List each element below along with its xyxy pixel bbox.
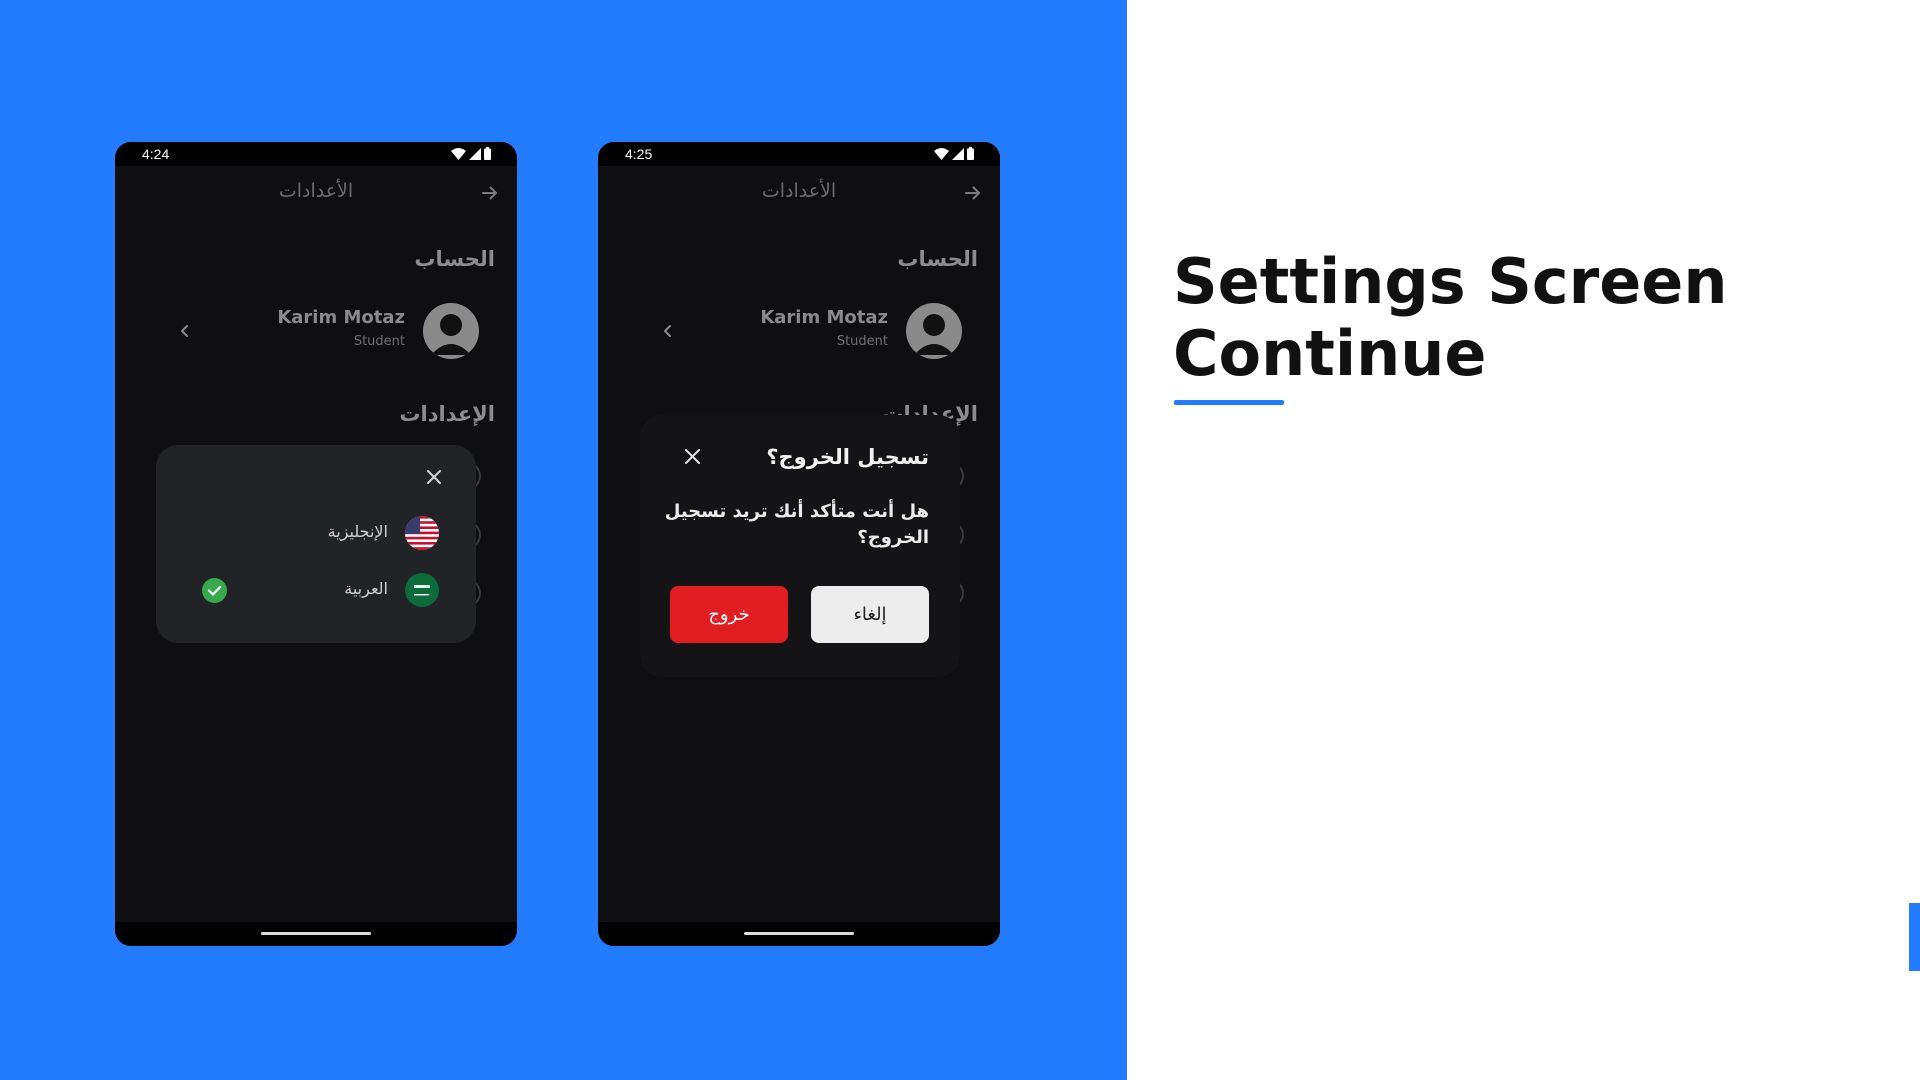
saudi-flag-icon [405,573,439,607]
navigation-bar [115,922,517,946]
user-name: Karim Motaz [760,307,888,328]
home-indicator[interactable] [744,932,854,935]
user-name: Karim Motaz [277,307,405,328]
language-label: الإنجليزية [327,522,388,541]
language-sheet: الإنجليزية العربية [156,445,476,643]
language-option-english[interactable]: الإنجليزية [156,513,476,553]
battery-icon [967,147,974,160]
us-flag-icon [405,516,439,550]
status-icons [451,147,491,160]
phone-language-screen: 4:24 الأعدادات الحساب Karim Motaz Studen… [115,142,517,946]
account-section-title: الحساب [414,247,495,271]
home-indicator[interactable] [261,932,371,935]
back-arrow-icon[interactable] [481,184,499,202]
wifi-icon [934,147,949,160]
chevron-left-icon[interactable] [663,324,673,338]
dialog-title: تسجيل الخروج؟ [766,445,929,469]
dialog-message: هل أنت متأكد أنك تريد تسجيل الخروج؟ [664,501,929,548]
close-icon[interactable] [684,448,701,465]
navigation-bar [598,922,1000,946]
settings-section-title: الإعدادات [399,402,495,426]
back-arrow-icon[interactable] [964,184,982,202]
language-label: العربية [344,579,388,598]
title-underline [1174,400,1284,405]
status-time: 4:25 [625,146,653,162]
battery-icon [484,147,491,160]
avatar[interactable] [906,303,962,359]
logout-dialog: تسجيل الخروج؟ هل أنت متأكد أنك تريد تسجي… [640,415,960,677]
user-role: Student [836,334,888,349]
avatar-icon [431,314,471,355]
slide-title-line-1: Settings Screen [1173,245,1728,318]
status-icons [934,147,974,160]
chevron-left-icon[interactable] [180,324,190,338]
appbar-title: الأعدادات [761,180,837,202]
signal-icon [469,147,481,160]
logout-confirm-button[interactable]: خروج [670,586,788,643]
side-accent-bar [1909,903,1920,971]
slide-title-line-2: Continue [1173,317,1487,390]
signal-icon [952,147,964,160]
status-time: 4:24 [142,146,170,162]
wifi-icon [451,147,466,160]
slide-title: Settings Screen Continue [1173,246,1873,390]
cancel-button[interactable]: إلغاء [811,586,929,643]
check-icon [202,578,227,603]
avatar-icon [914,314,954,355]
status-bar: 4:25 [598,142,1000,166]
user-role: Student [353,334,405,349]
phone-logout-screen: 4:25 الأعدادات الحساب Karim Motaz Studen… [598,142,1000,946]
appbar-title: الأعدادات [278,180,354,202]
status-bar: 4:24 [115,142,517,166]
close-icon[interactable] [426,469,442,485]
language-option-arabic[interactable]: العربية [156,570,476,610]
account-section-title: الحساب [897,247,978,271]
avatar[interactable] [423,303,479,359]
